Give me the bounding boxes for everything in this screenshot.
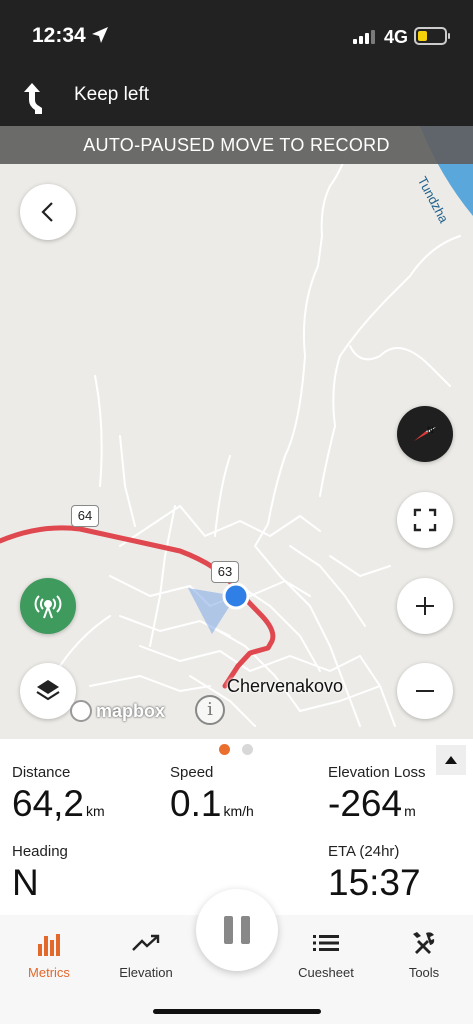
attribution-info-icon[interactable]: i [195, 695, 225, 725]
metric-label: Elevation Loss [328, 764, 426, 781]
compass-button[interactable]: N [397, 406, 453, 462]
plus-icon [416, 597, 434, 615]
zoom-in-button[interactable] [397, 578, 453, 634]
navigation-bar: Keep left [0, 72, 473, 126]
map-layers-button[interactable] [20, 663, 76, 719]
fullscreen-button[interactable] [397, 492, 453, 548]
bar-chart-icon [38, 934, 60, 956]
live-beacon-button[interactable] [20, 578, 76, 634]
metric-heading: Heading N [12, 843, 68, 904]
zoom-out-button[interactable] [397, 663, 453, 719]
compass-icon: N [414, 425, 436, 441]
metric-value: 0.1 [170, 783, 222, 824]
chevron-left-icon [41, 202, 53, 222]
auto-paused-banner: AUTO-PAUSED MOVE TO RECORD [0, 126, 473, 164]
tab-tools[interactable]: Tools [377, 927, 471, 980]
tab-cuesheet[interactable]: Cuesheet [279, 927, 373, 980]
metric-eta: ETA (24hr) 15:37 [328, 843, 421, 904]
tab-metrics[interactable]: Metrics [2, 927, 96, 980]
page-indicator[interactable] [219, 744, 253, 755]
metric-label: Distance [12, 764, 71, 781]
trend-up-icon [132, 934, 160, 951]
battery-icon [414, 27, 450, 45]
pause-button[interactable] [196, 889, 278, 971]
collapse-panel-button[interactable] [436, 745, 466, 775]
tab-label: Tools [408, 965, 440, 980]
mapbox-wordmark: mapbox [96, 700, 166, 721]
fullscreen-icon [413, 508, 437, 532]
metric-distance: Distance 64,2 km [12, 764, 105, 832]
page-dot-active[interactable] [219, 744, 230, 755]
pause-bar-icon [241, 916, 250, 944]
road-shield-63: 63 [211, 561, 239, 583]
status-bar: 12:34 4G [0, 0, 473, 72]
metric-value: 64,2 [12, 783, 85, 824]
back-button[interactable] [20, 184, 76, 240]
network-type: 4G [384, 27, 409, 47]
turn-left-arrow-icon [24, 83, 42, 114]
layers-icon [36, 680, 60, 701]
minus-icon [416, 690, 434, 692]
location-arrow-icon [92, 27, 108, 43]
tab-label: Elevation [119, 965, 173, 980]
place-label: Chervenakovo [227, 676, 344, 696]
tab-label: Metrics [28, 965, 70, 980]
metric-label: ETA (24hr) [328, 843, 400, 860]
metric-unit: km/h [223, 803, 254, 819]
status-time: 12:34 [32, 24, 86, 47]
map-view[interactable]: AUTO-PAUSED MOVE TO RECORD Tundzha 64 63… [0, 126, 473, 739]
tab-label: Cuesheet [298, 965, 354, 980]
nav-instruction: Keep left [74, 84, 149, 105]
mapbox-logo: mapbox [70, 700, 165, 722]
pause-bar-icon [224, 916, 233, 944]
tools-icon [413, 932, 435, 954]
beacon-icon [34, 595, 62, 619]
list-icon [313, 935, 339, 951]
mapbox-mark-icon [70, 700, 92, 722]
home-indicator [153, 1009, 321, 1014]
page-dot[interactable] [242, 744, 253, 755]
svg-text:N: N [427, 425, 434, 435]
metric-elevation-loss: Elevation Loss -264 m [328, 764, 426, 832]
metric-value: N [12, 862, 39, 903]
metric-value: -264 [328, 783, 403, 824]
metric-unit: m [404, 803, 416, 819]
triangle-up-icon [445, 756, 457, 764]
signal-icon [353, 28, 375, 44]
road-shield-64: 64 [71, 505, 99, 527]
tab-elevation[interactable]: Elevation [99, 927, 193, 980]
metric-speed: Speed 0.1 km/h [170, 764, 254, 832]
metric-label: Heading [12, 843, 68, 860]
metric-unit: km [86, 803, 105, 819]
metric-value: 15:37 [328, 862, 421, 903]
metric-label: Speed [170, 764, 214, 781]
tab-bar: Metrics Elevation Cuesheet Tools [0, 889, 473, 1024]
